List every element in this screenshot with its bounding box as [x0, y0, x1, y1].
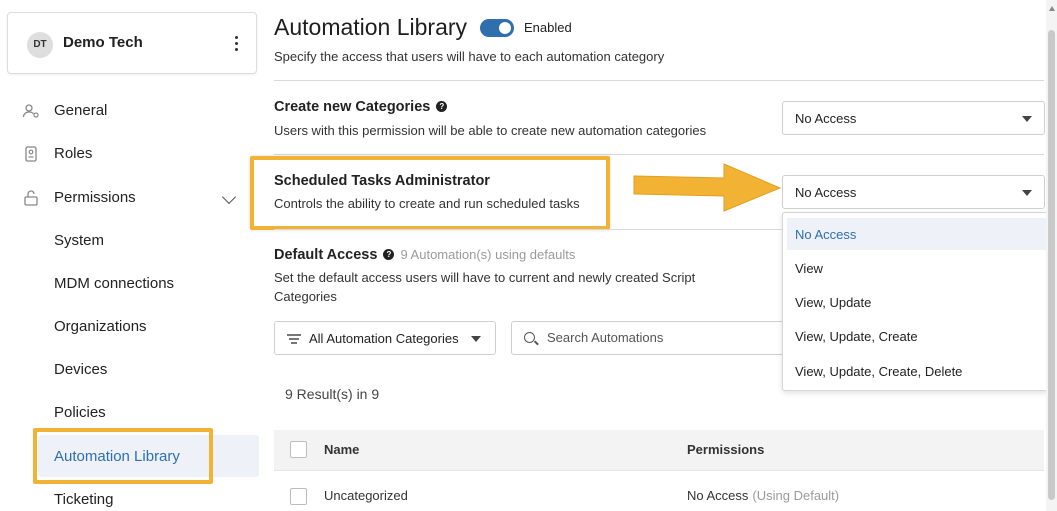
org-switcher[interactable]: DT Demo Tech: [7, 12, 257, 74]
sidebar-item-label: Devices: [54, 361, 108, 378]
row-name: Uncategorized: [324, 488, 408, 503]
results-count: 9 Result(s) in 9: [285, 386, 380, 402]
sidebar-item-label: General: [54, 102, 108, 119]
sidebar-item-system[interactable]: System: [0, 226, 260, 256]
sidebar-item-label: Policies: [54, 404, 106, 421]
vertical-scrollbar[interactable]: [1046, 0, 1057, 511]
sidebar-item-permissions[interactable]: Permissions: [0, 183, 260, 213]
dropdown-option-view-update-create-delete[interactable]: View, Update, Create, Delete: [787, 355, 1046, 387]
dropdown-option-view[interactable]: View: [787, 252, 1046, 284]
row-checkbox[interactable]: [290, 488, 307, 505]
table-row[interactable]: Uncategorized No Access (Using Default): [274, 470, 1044, 511]
main-content: Automation Library Enabled Specify the a…: [250, 0, 1057, 511]
create-categories-title: Create new Categories?: [274, 99, 448, 115]
chevron-down-icon[interactable]: [221, 189, 237, 205]
toggle-label: Enabled: [524, 20, 572, 35]
highlight-box: [33, 428, 213, 484]
org-avatar: DT: [27, 32, 53, 58]
option-label: View: [795, 261, 823, 276]
divider: [274, 80, 1044, 81]
section-title-text: Default Access: [274, 247, 378, 263]
help-icon[interactable]: ?: [383, 249, 395, 260]
option-label: No Access: [795, 227, 857, 242]
sidebar-item-label: Organizations: [54, 318, 147, 335]
sidebar-item-label: Roles: [54, 145, 93, 162]
option-label: View, Update, Create: [795, 329, 918, 344]
page-title: Automation Library: [274, 14, 468, 40]
permission-note: (Using Default): [752, 488, 840, 503]
pointer-arrow-icon: [633, 163, 782, 212]
highlight-box: [250, 156, 610, 230]
sidebar-item-general[interactable]: General: [0, 96, 260, 126]
sidebar: DT Demo Tech General Roles Permissions S…: [0, 0, 262, 511]
unlock-icon: [24, 190, 38, 206]
access-dropdown-menu: No Access View View, Update View, Update…: [782, 212, 1049, 391]
org-name: Demo Tech: [63, 34, 143, 51]
table-header: Name Permissions: [274, 430, 1044, 470]
caret-down-icon: [471, 336, 481, 342]
user-gear-icon: [22, 104, 39, 118]
section-title-text: Create new Categories: [274, 99, 431, 115]
sidebar-item-devices[interactable]: Devices: [0, 355, 260, 385]
dropdown-option-no-access[interactable]: No Access: [787, 218, 1046, 250]
divider: [274, 154, 1044, 155]
scrollbar-thumb[interactable]: [1048, 30, 1055, 500]
sidebar-item-label: MDM connections: [54, 275, 175, 292]
select-value: No Access: [795, 111, 857, 126]
help-icon[interactable]: ?: [436, 101, 448, 112]
page-subtitle: Specify the access that users will have …: [274, 49, 665, 64]
sidebar-item-mdm-connections[interactable]: MDM connections: [0, 269, 260, 299]
dropdown-option-view-update[interactable]: View, Update: [787, 286, 1046, 318]
sidebar-item-label: System: [54, 232, 105, 249]
column-header-name[interactable]: Name: [324, 442, 359, 457]
sidebar-item-ticketing[interactable]: Ticketing: [0, 485, 260, 511]
caret-down-icon: [1022, 116, 1032, 122]
enabled-toggle[interactable]: [480, 19, 514, 37]
description-line: Set the default access users will have t…: [274, 270, 696, 285]
defaults-count: 9 Automation(s) using defaults: [400, 247, 576, 262]
search-icon: [524, 332, 535, 343]
dropdown-option-view-update-create[interactable]: View, Update, Create: [787, 320, 1046, 352]
create-categories-select[interactable]: No Access: [782, 101, 1045, 135]
filter-icon: [287, 333, 301, 345]
badge-icon: [25, 146, 37, 162]
column-header-permissions[interactable]: Permissions: [687, 442, 764, 457]
search-automations[interactable]: [511, 321, 786, 355]
option-label: View, Update: [795, 295, 872, 310]
sidebar-item-policies[interactable]: Policies: [0, 398, 260, 428]
divider: [274, 229, 784, 230]
description-line: Categories: [274, 289, 337, 304]
sidebar-item-organizations[interactable]: Organizations: [0, 312, 260, 342]
search-input[interactable]: [547, 330, 767, 345]
default-access-title: Default Access? 9 Automation(s) using def…: [274, 247, 575, 263]
default-access-description: Set the default access users will have t…: [274, 268, 695, 306]
create-categories-description: Users with this permission will be able …: [274, 123, 707, 138]
option-label: View, Update, Create, Delete: [795, 364, 963, 379]
sidebar-item-roles[interactable]: Roles: [0, 139, 260, 169]
select-value: No Access: [795, 185, 857, 200]
sidebar-item-label: Ticketing: [54, 491, 114, 508]
scheduled-tasks-select[interactable]: No Access: [782, 175, 1045, 209]
row-permission: No Access (Using Default): [687, 488, 839, 503]
select-all-checkbox[interactable]: [290, 441, 307, 458]
filter-label: All Automation Categories: [309, 331, 459, 346]
more-vertical-icon[interactable]: [230, 35, 242, 53]
permission-value: No Access: [687, 488, 749, 503]
scroll-up-icon[interactable]: [1049, 6, 1055, 11]
caret-down-icon: [1022, 190, 1032, 196]
sidebar-item-label: Permissions: [54, 189, 136, 206]
category-filter-button[interactable]: All Automation Categories: [274, 321, 496, 355]
